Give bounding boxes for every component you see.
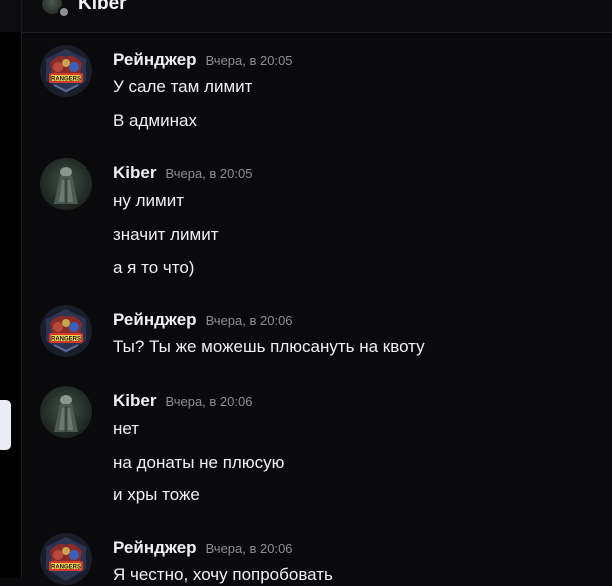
message-timestamp: Вчера, в 20:06 <box>205 313 293 328</box>
status-dot-icon <box>58 6 70 18</box>
message-text: на донаты не плюсую <box>113 453 285 472</box>
message-text: нет <box>113 419 140 438</box>
message-text: а я то что) <box>113 258 195 277</box>
dark-figure-avatar[interactable] <box>40 386 92 438</box>
chat-title: Kiber <box>78 0 127 14</box>
message-timestamp: Вчера, в 20:05 <box>205 53 293 68</box>
rangers-logo-avatar[interactable]: RANGERS <box>40 305 92 357</box>
left-sidebar-strip <box>0 0 22 578</box>
message-author[interactable]: Kiber <box>113 163 156 182</box>
side-scroll-pill[interactable] <box>0 400 11 450</box>
chat-header: Kiber <box>22 0 612 33</box>
rangers-logo-avatar[interactable]: RANGERS <box>40 45 92 97</box>
message-text: ну лимит <box>113 191 184 210</box>
message-text: Ты? Ты же можешь плюсануть на квоту <box>113 337 425 356</box>
rangers-logo-avatar[interactable]: RANGERS <box>40 533 92 585</box>
message-text: В админах <box>113 111 197 130</box>
message-author[interactable]: Рейнджер <box>113 538 197 557</box>
dark-figure-avatar[interactable] <box>40 158 92 210</box>
message-timestamp: Вчера, в 20:06 <box>165 394 253 409</box>
message-text: У сале там лимит <box>113 77 253 96</box>
message-author[interactable]: Рейнджер <box>113 50 197 69</box>
message-text: и хры тоже <box>113 485 200 504</box>
message-author[interactable]: Рейнджер <box>113 310 197 329</box>
message-text: значит лимит <box>113 225 219 244</box>
svg-text:RANGERS: RANGERS <box>51 565 81 571</box>
message-timestamp: Вчера, в 20:05 <box>165 166 253 181</box>
svg-text:RANGERS: RANGERS <box>51 77 81 83</box>
message-text: Я честно, хочу попробовать <box>113 565 333 584</box>
left-sidebar-top <box>0 0 21 32</box>
message-feed[interactable]: RANGERS Рейнджер Вчера, в 20:05 У сале та… <box>22 33 612 585</box>
message-author[interactable]: Kiber <box>113 391 156 410</box>
svg-text:RANGERS: RANGERS <box>51 337 81 343</box>
message-timestamp: Вчера, в 20:06 <box>205 541 293 556</box>
